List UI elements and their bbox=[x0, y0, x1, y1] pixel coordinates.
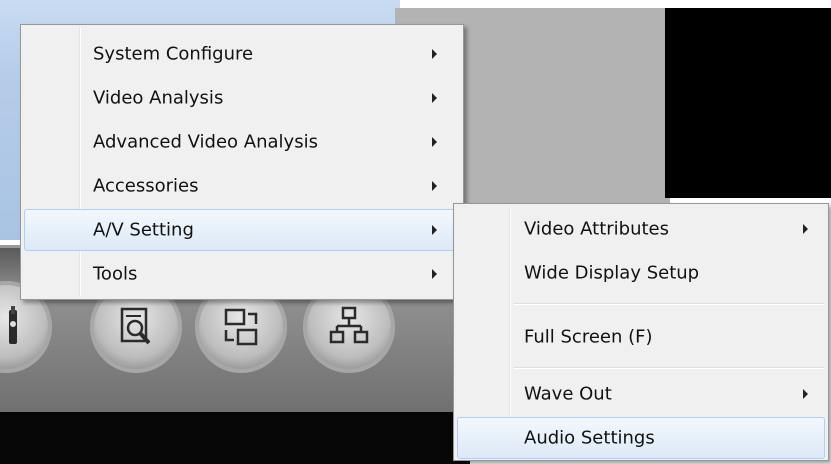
submenu-arrow-icon bbox=[432, 225, 437, 235]
menu-item-label: Tools bbox=[93, 263, 138, 285]
menu-item-label: Advanced Video Analysis bbox=[93, 131, 318, 153]
submenu-arrow-icon bbox=[803, 389, 808, 399]
menu-item-accessories[interactable]: Accessories bbox=[24, 165, 460, 207]
menu-item-wave-out[interactable]: Wave Out bbox=[457, 373, 825, 415]
menu-item-label: System Configure bbox=[93, 43, 254, 65]
menu-item-wide-display-setup[interactable]: Wide Display Setup bbox=[457, 252, 825, 294]
menu-item-full-screen[interactable]: Full Screen (F) bbox=[457, 316, 825, 358]
main-context-menu: System Configure Video Analysis Advanced… bbox=[20, 24, 464, 300]
submenu-arrow-icon bbox=[432, 49, 437, 59]
menu-item-system-configure[interactable]: System Configure bbox=[24, 33, 460, 75]
video-display-area bbox=[665, 8, 831, 198]
menu-item-label: Wave Out bbox=[524, 383, 612, 405]
sync-transfer-icon bbox=[224, 308, 258, 346]
menu-item-advanced-video-analysis[interactable]: Advanced Video Analysis bbox=[24, 121, 460, 163]
network-icon bbox=[329, 306, 369, 344]
menu-separator bbox=[514, 367, 824, 369]
submenu-arrow-icon bbox=[432, 137, 437, 147]
menu-item-label: Video Attributes bbox=[524, 218, 670, 240]
menu-item-label: Audio Settings bbox=[524, 427, 655, 449]
menu-item-label: Full Screen (F) bbox=[524, 326, 653, 348]
menu-item-audio-settings[interactable]: Audio Settings bbox=[457, 417, 825, 459]
menu-item-label: Wide Display Setup bbox=[524, 262, 700, 284]
submenu-arrow-icon bbox=[432, 269, 437, 279]
document-search-icon bbox=[120, 307, 151, 345]
app-window: System Configure Video Analysis Advanced… bbox=[0, 0, 831, 464]
menu-item-tools[interactable]: Tools bbox=[24, 253, 460, 295]
menu-separator bbox=[514, 303, 824, 305]
submenu-arrow-icon bbox=[432, 93, 437, 103]
menu-item-label: A/V Setting bbox=[93, 219, 194, 241]
submenu-arrow-icon bbox=[803, 224, 808, 234]
menu-item-av-setting[interactable]: A/V Setting bbox=[24, 209, 460, 251]
av-setting-submenu: Video Attributes Wide Display Setup Full… bbox=[453, 203, 829, 461]
status-area bbox=[0, 412, 470, 464]
menu-item-label: Accessories bbox=[93, 175, 199, 197]
tool-wrench-icon bbox=[9, 306, 17, 344]
menu-item-label: Video Analysis bbox=[93, 87, 224, 109]
menu-item-video-analysis[interactable]: Video Analysis bbox=[24, 77, 460, 119]
menu-item-video-attributes[interactable]: Video Attributes bbox=[457, 208, 825, 250]
submenu-arrow-icon bbox=[432, 181, 437, 191]
